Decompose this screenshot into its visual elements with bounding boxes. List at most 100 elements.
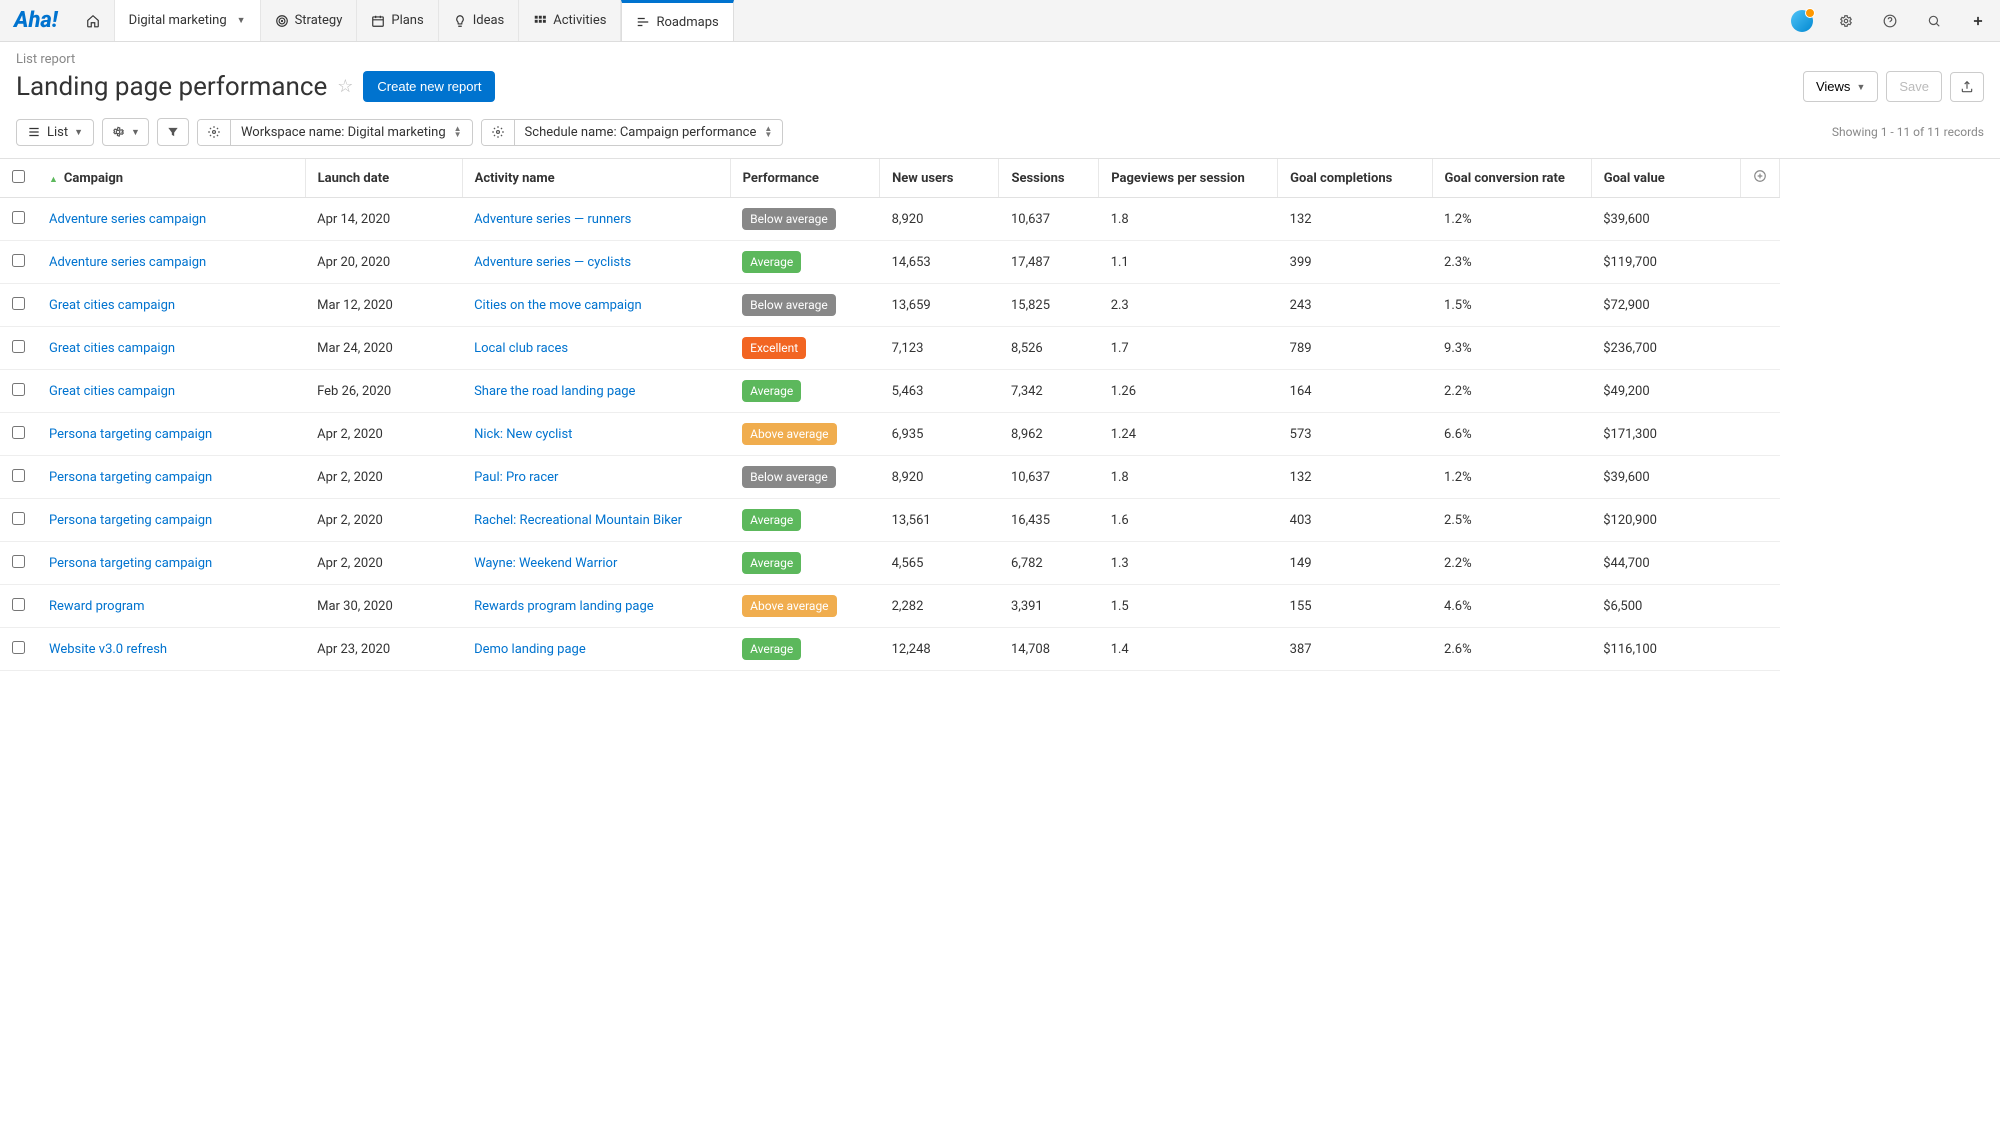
- workspace-selector[interactable]: Digital marketing ▼: [115, 0, 261, 41]
- row-checkbox[interactable]: [12, 598, 25, 611]
- campaign-link[interactable]: Great cities campaign: [49, 298, 175, 313]
- nav-activities[interactable]: Activities: [519, 0, 621, 41]
- filter-icon: [166, 125, 180, 139]
- row-checkbox[interactable]: [12, 426, 25, 439]
- col-goal-completions[interactable]: Goal completions: [1278, 159, 1432, 198]
- nav-label: Roadmaps: [656, 15, 718, 30]
- activity-link[interactable]: Wayne: Weekend Warrior: [474, 556, 617, 571]
- row-checkbox[interactable]: [12, 512, 25, 525]
- col-goal-value[interactable]: Goal value: [1591, 159, 1740, 198]
- campaign-link[interactable]: Great cities campaign: [49, 384, 175, 399]
- pageviews-cell: 1.26: [1099, 370, 1278, 413]
- row-checkbox[interactable]: [12, 555, 25, 568]
- new-users-cell: 12,248: [880, 628, 999, 671]
- pageviews-cell: 1.5: [1099, 585, 1278, 628]
- select-all-header[interactable]: [0, 159, 37, 198]
- goal-value-cell: $44,700: [1591, 542, 1740, 585]
- calendar-icon: [371, 14, 385, 28]
- goal-completions-cell: 155: [1278, 585, 1432, 628]
- table-row: Great cities campaignMar 24, 2020Local c…: [0, 327, 1780, 370]
- help-button[interactable]: [1868, 0, 1912, 42]
- row-checkbox[interactable]: [12, 297, 25, 310]
- settings-button[interactable]: [1824, 0, 1868, 42]
- col-activity-name[interactable]: Activity name: [462, 159, 730, 198]
- create-report-button[interactable]: Create new report: [363, 71, 495, 102]
- updown-icon: ▲▼: [454, 126, 462, 138]
- row-checkbox[interactable]: [12, 254, 25, 267]
- performance-badge: Excellent: [742, 337, 806, 359]
- row-checkbox[interactable]: [12, 469, 25, 482]
- add-button[interactable]: [1956, 0, 2000, 42]
- activity-link[interactable]: Local club races: [474, 341, 568, 356]
- goal-conversion-cell: 2.3%: [1432, 241, 1591, 284]
- add-column-button[interactable]: [1740, 159, 1779, 198]
- activity-link[interactable]: Rewards program landing page: [474, 599, 654, 614]
- col-performance[interactable]: Performance: [730, 159, 879, 198]
- activity-link[interactable]: Rachel: Recreational Mountain Biker: [474, 513, 682, 528]
- table-row: Website v3.0 refreshApr 23, 2020Demo lan…: [0, 628, 1780, 671]
- user-avatar[interactable]: [1780, 0, 1824, 42]
- share-button[interactable]: [1950, 72, 1984, 102]
- home-button[interactable]: [72, 0, 115, 41]
- nav-ideas[interactable]: Ideas: [439, 0, 520, 41]
- row-checkbox[interactable]: [12, 641, 25, 654]
- campaign-link[interactable]: Great cities campaign: [49, 341, 175, 356]
- activity-link[interactable]: Paul: Pro racer: [474, 470, 558, 485]
- table-row: Persona targeting campaignApr 2, 2020Rac…: [0, 499, 1780, 542]
- help-icon: [1883, 14, 1897, 28]
- row-checkbox[interactable]: [12, 340, 25, 353]
- filter-workspace[interactable]: Workspace name: Digital marketing▲▼: [197, 119, 473, 146]
- save-button[interactable]: Save: [1886, 71, 1942, 102]
- filter-button[interactable]: [157, 118, 189, 146]
- nav-roadmaps[interactable]: Roadmaps: [621, 0, 733, 41]
- new-users-cell: 5,463: [880, 370, 999, 413]
- col-goal-conversion-rate[interactable]: Goal conversion rate: [1432, 159, 1591, 198]
- campaign-link[interactable]: Persona targeting campaign: [49, 556, 212, 571]
- col-sessions[interactable]: Sessions: [999, 159, 1099, 198]
- activity-link[interactable]: Nick: New cyclist: [474, 427, 572, 442]
- nav-plans[interactable]: Plans: [357, 0, 438, 41]
- col-campaign[interactable]: Campaign: [37, 159, 305, 198]
- activity-link[interactable]: Adventure series — runners: [474, 212, 631, 227]
- row-checkbox[interactable]: [12, 383, 25, 396]
- activity-link[interactable]: Cities on the move campaign: [474, 298, 642, 313]
- campaign-link[interactable]: Reward program: [49, 599, 145, 614]
- campaign-link[interactable]: Website v3.0 refresh: [49, 642, 167, 657]
- campaign-link[interactable]: Persona targeting campaign: [49, 513, 212, 528]
- col-launch-date[interactable]: Launch date: [305, 159, 462, 198]
- col-pageviews-per-session[interactable]: Pageviews per session: [1099, 159, 1278, 198]
- logo[interactable]: Aha!: [0, 0, 72, 41]
- goal-value-cell: $39,600: [1591, 456, 1740, 499]
- filter-schedule[interactable]: Schedule name: Campaign performance▲▼: [481, 119, 784, 146]
- goal-value-cell: $171,300: [1591, 413, 1740, 456]
- nav-label: Strategy: [295, 13, 343, 28]
- activity-link[interactable]: Adventure series — cyclists: [474, 255, 631, 270]
- goal-conversion-cell: 2.6%: [1432, 628, 1591, 671]
- launch-date-cell: Apr 2, 2020: [305, 456, 462, 499]
- campaign-link[interactable]: Persona targeting campaign: [49, 470, 212, 485]
- goal-value-cell: $39,600: [1591, 198, 1740, 241]
- goal-value-cell: $119,700: [1591, 241, 1740, 284]
- nav-strategy[interactable]: Strategy: [261, 0, 358, 41]
- nav-label: Plans: [391, 13, 423, 28]
- goal-conversion-cell: 6.6%: [1432, 413, 1591, 456]
- new-users-cell: 2,282: [880, 585, 999, 628]
- col-new-users[interactable]: New users: [880, 159, 999, 198]
- row-checkbox[interactable]: [12, 211, 25, 224]
- search-button[interactable]: [1912, 0, 1956, 42]
- favorite-star[interactable]: ☆: [337, 76, 353, 97]
- select-all-checkbox[interactable]: [12, 170, 25, 183]
- goal-value-cell: $49,200: [1591, 370, 1740, 413]
- campaign-link[interactable]: Adventure series campaign: [49, 212, 206, 227]
- table-row: Adventure series campaignApr 14, 2020Adv…: [0, 198, 1780, 241]
- campaign-link[interactable]: Adventure series campaign: [49, 255, 206, 270]
- campaign-link[interactable]: Persona targeting campaign: [49, 427, 212, 442]
- views-button[interactable]: Views▼: [1803, 71, 1878, 102]
- activity-link[interactable]: Share the road landing page: [474, 384, 635, 399]
- activity-link[interactable]: Demo landing page: [474, 642, 586, 657]
- goal-completions-cell: 387: [1278, 628, 1432, 671]
- pageviews-cell: 1.1: [1099, 241, 1278, 284]
- new-users-cell: 8,920: [880, 198, 999, 241]
- view-list-selector[interactable]: List ▼: [16, 119, 94, 146]
- columns-config-button[interactable]: ▼: [102, 118, 149, 146]
